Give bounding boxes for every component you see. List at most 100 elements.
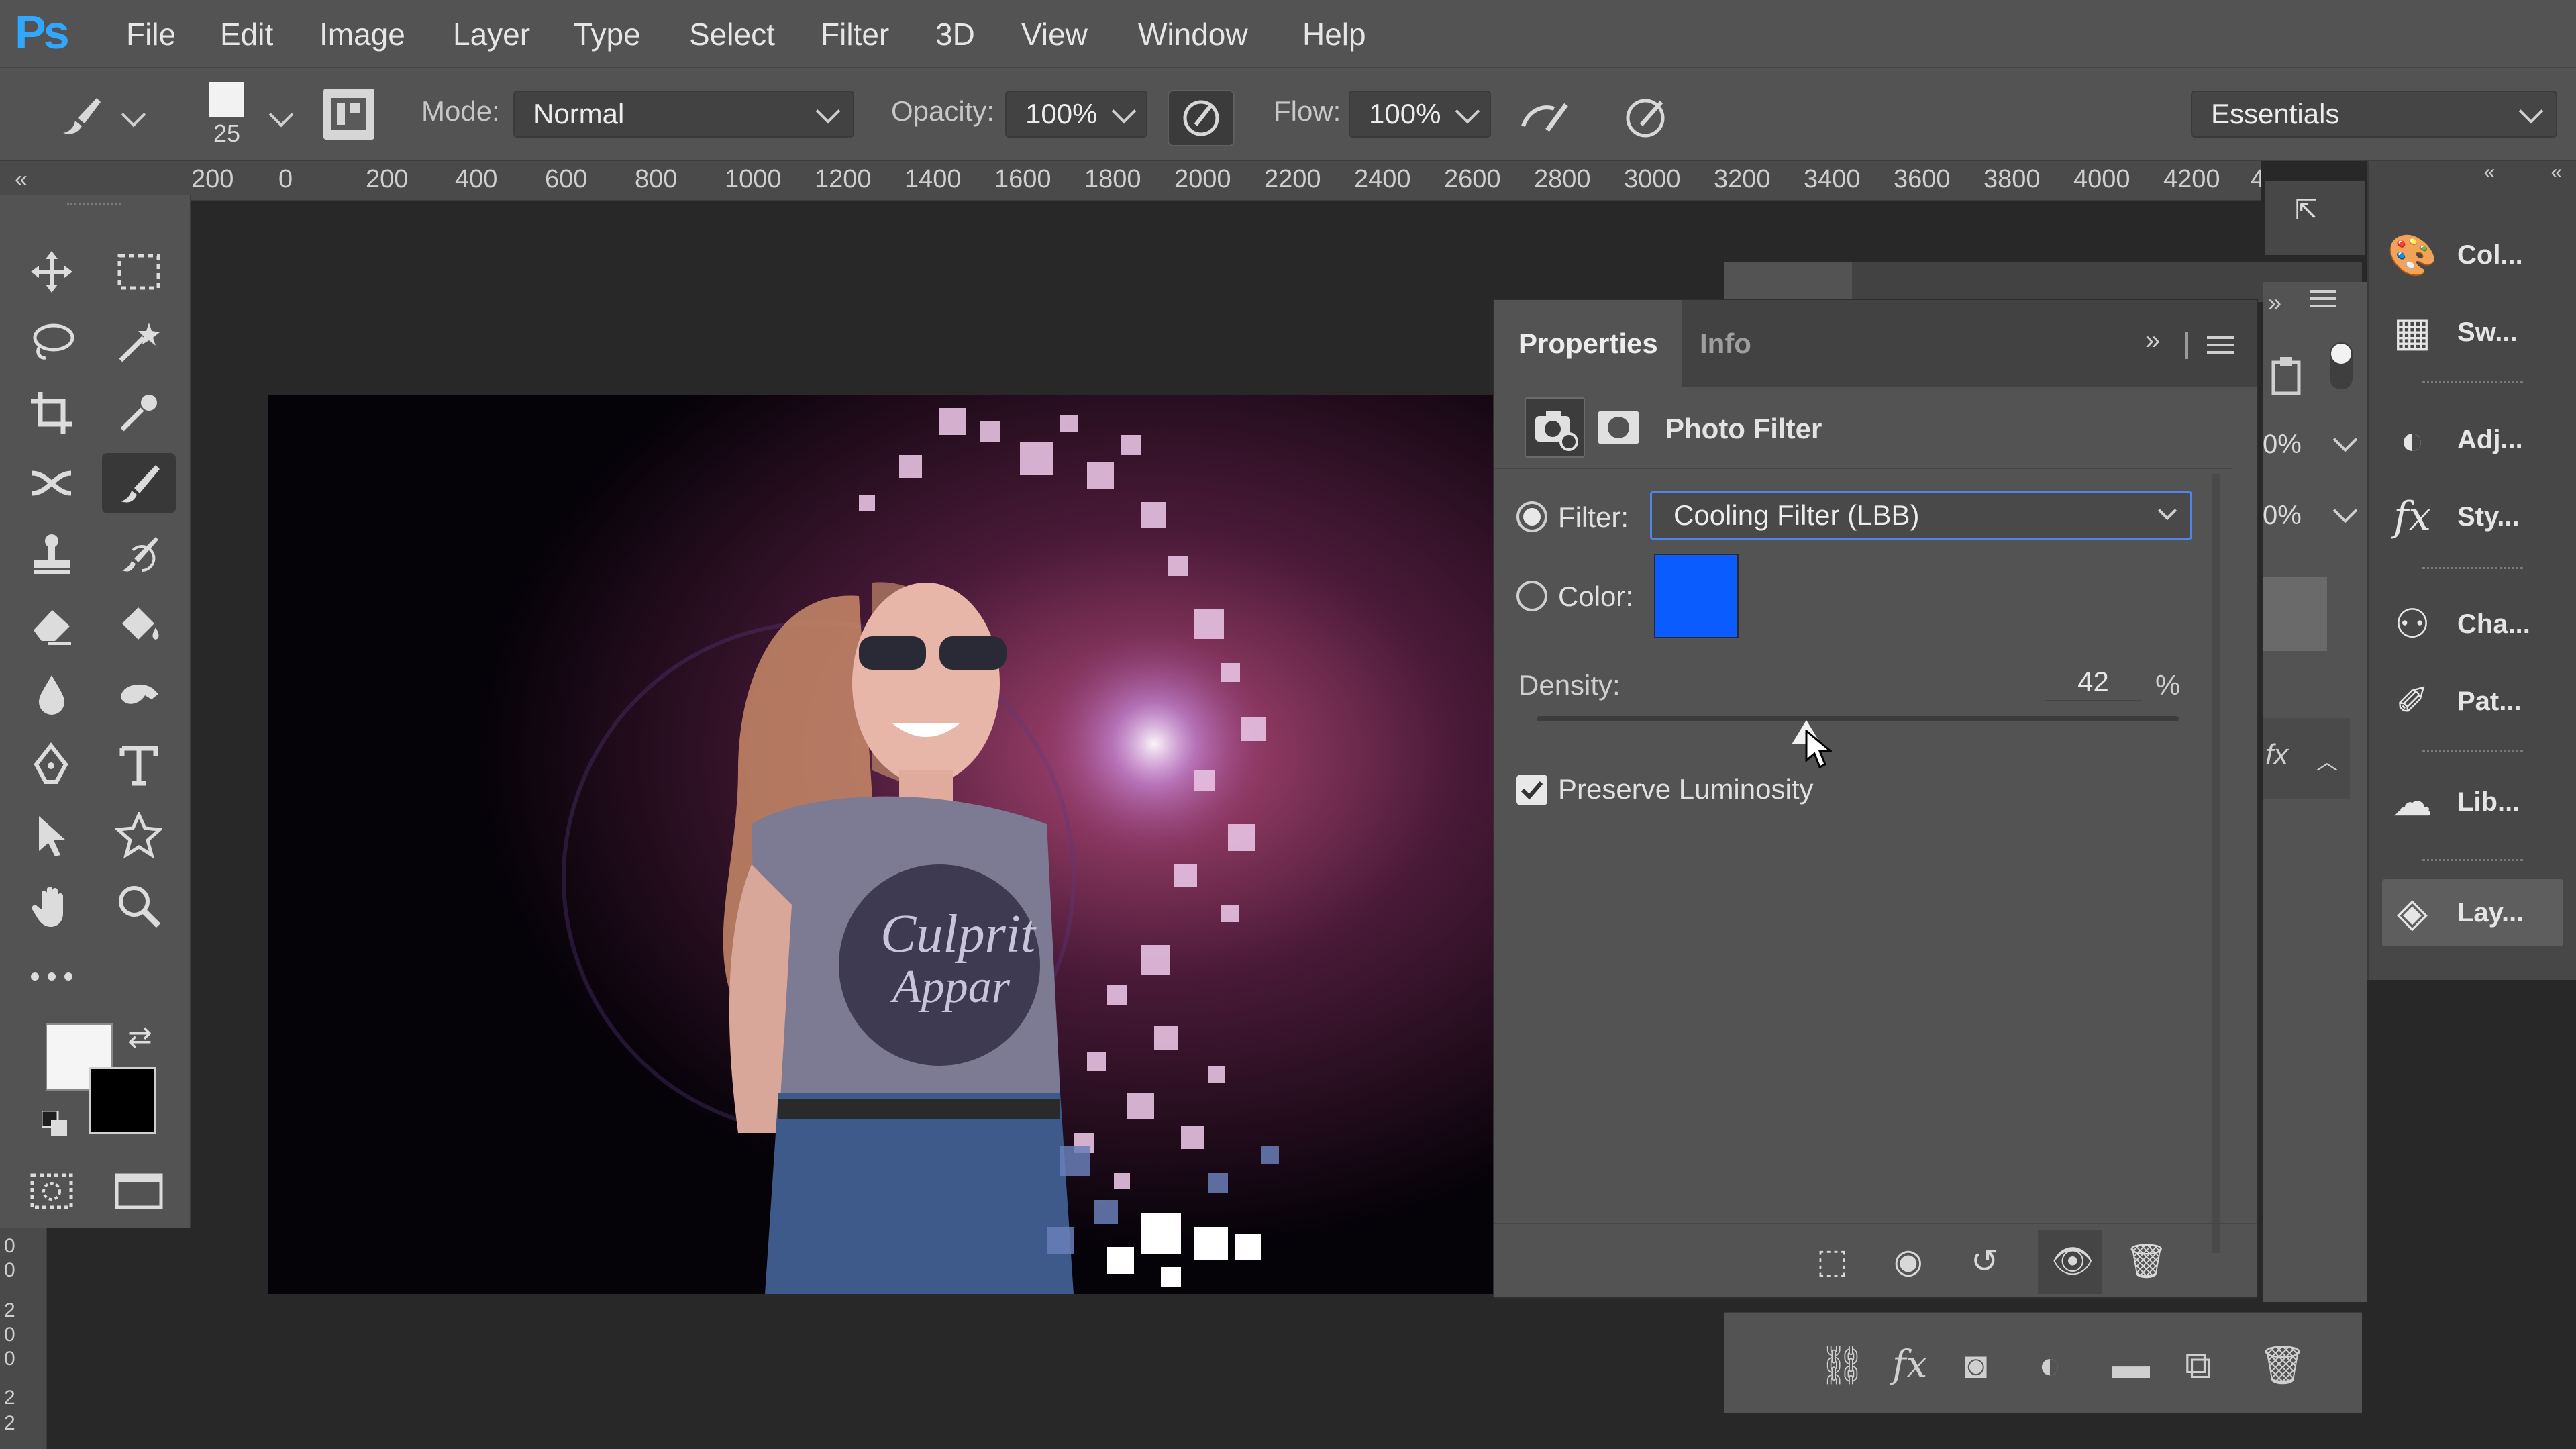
menu-edit[interactable]: Edit bbox=[220, 16, 273, 52]
magic-wand-icon[interactable] bbox=[102, 312, 176, 372]
move-tool-icon[interactable] bbox=[15, 242, 89, 302]
menu-3d[interactable]: 3D bbox=[935, 16, 975, 52]
more-tools-icon[interactable] bbox=[15, 946, 89, 1007]
mode-select[interactable]: Normal bbox=[513, 91, 854, 138]
chevron-down-icon[interactable] bbox=[1111, 99, 1137, 124]
collapse-dock-icon[interactable]: « bbox=[2469, 161, 2510, 188]
dock-grip[interactable] bbox=[2422, 859, 2523, 862]
panel-menu-icon[interactable] bbox=[2310, 289, 2350, 315]
horizontal-ruler[interactable]: 200 0 200 400 600 800 1000 1200 1400 160… bbox=[47, 161, 2261, 201]
density-slider-track[interactable] bbox=[1537, 716, 2179, 721]
adjustment-layer-icon[interactable]: ◐ bbox=[2039, 1343, 2061, 1387]
link-layers-icon[interactable]: ⛓ bbox=[1818, 1343, 1866, 1387]
menu-image[interactable]: Image bbox=[319, 16, 405, 52]
type-tool-icon[interactable] bbox=[102, 735, 176, 795]
chevron-down-icon[interactable] bbox=[268, 102, 294, 128]
chevron-down-icon[interactable] bbox=[121, 102, 146, 128]
adjustment-camera-icon[interactable] bbox=[1525, 397, 1585, 458]
dock-adjustments[interactable]: ◐ Adj... bbox=[2382, 406, 2563, 473]
dock-swatches[interactable]: ▦ Sw... bbox=[2382, 299, 2563, 366]
brush-preset-icon[interactable] bbox=[54, 89, 107, 142]
screen-mode-icon[interactable] bbox=[102, 1161, 176, 1221]
view-previous-state-icon[interactable]: ◉ bbox=[1894, 1242, 1923, 1281]
brush-tool-icon[interactable] bbox=[102, 453, 176, 513]
layer-opacity-value[interactable]: 0% bbox=[2263, 430, 2302, 460]
path-selection-icon[interactable] bbox=[15, 805, 89, 866]
reset-icon[interactable]: ↺ bbox=[1971, 1242, 1999, 1281]
clip-to-layer-icon[interactable]: ⬚ bbox=[1816, 1242, 1848, 1281]
dock-grip[interactable] bbox=[2422, 750, 2523, 753]
filter-select[interactable]: Cooling Filter (LBB) bbox=[1650, 491, 2192, 540]
chevron-down-icon[interactable] bbox=[2332, 498, 2358, 523]
pressure-size-icon[interactable] bbox=[1617, 90, 1678, 144]
dock-grip[interactable] bbox=[2422, 381, 2523, 384]
layer-thumbnail[interactable] bbox=[2263, 577, 2327, 651]
arrange-icon[interactable]: ⇱ bbox=[2295, 195, 2335, 235]
trash-icon[interactable]: 🗑 bbox=[2125, 1242, 2167, 1281]
smudge-tool-icon[interactable] bbox=[102, 664, 176, 725]
pen-tool-icon[interactable] bbox=[15, 735, 89, 795]
brush-tip-preview[interactable] bbox=[209, 82, 244, 117]
airbrush-icon[interactable] bbox=[1514, 90, 1574, 144]
pressure-opacity-icon[interactable] bbox=[1168, 90, 1235, 146]
dock-styles[interactable]: fx Sty... bbox=[2382, 483, 2563, 550]
document-canvas[interactable]: Culprit Appar bbox=[268, 395, 1496, 1294]
lasso-tool-icon[interactable] bbox=[15, 312, 89, 372]
opacity-field[interactable]: 100% bbox=[1005, 91, 1147, 138]
crop-tool-icon[interactable] bbox=[15, 383, 89, 443]
layer-scroll-handle[interactable] bbox=[2330, 342, 2353, 389]
new-layer-icon[interactable]: ⧉ bbox=[2185, 1343, 2212, 1388]
healing-brush-icon[interactable] bbox=[15, 453, 89, 513]
dock-grip[interactable] bbox=[2422, 567, 2523, 570]
marquee-tool-icon[interactable] bbox=[102, 242, 176, 302]
swap-colors-icon[interactable]: ⇄ bbox=[127, 1020, 152, 1054]
dock-libraries[interactable]: ☁ Lib... bbox=[2382, 768, 2563, 836]
eyedropper-icon[interactable] bbox=[102, 383, 176, 443]
tab-properties[interactable]: Properties bbox=[1494, 300, 1682, 387]
menu-view[interactable]: View bbox=[1021, 16, 1088, 52]
dock-channels[interactable]: ⚇ Cha... bbox=[2382, 591, 2563, 658]
layer-fill-value[interactable]: 0% bbox=[2263, 501, 2302, 531]
default-colors-icon[interactable] bbox=[40, 1109, 67, 1136]
clone-stamp-icon[interactable] bbox=[15, 523, 89, 584]
visibility-toggle[interactable]: 👁 bbox=[2038, 1230, 2102, 1294]
menu-filter[interactable]: Filter bbox=[821, 16, 889, 52]
zoom-tool-icon[interactable] bbox=[102, 876, 176, 936]
add-mask-icon[interactable]: ◙ bbox=[1965, 1343, 1988, 1387]
quick-mask-icon[interactable] bbox=[15, 1161, 89, 1221]
properties-scrollbar[interactable] bbox=[2212, 474, 2220, 1253]
workspace-select[interactable]: Essentials bbox=[2191, 91, 2557, 138]
delete-layer-icon[interactable]: 🗑 bbox=[2259, 1343, 2306, 1387]
custom-shape-icon[interactable] bbox=[102, 805, 176, 866]
chevron-down-icon[interactable] bbox=[1455, 99, 1480, 124]
menu-type[interactable]: Type bbox=[574, 16, 641, 52]
blur-tool-icon[interactable] bbox=[15, 664, 89, 725]
panel-menu-icon[interactable] bbox=[2207, 335, 2234, 355]
toolbox-grip[interactable] bbox=[67, 203, 121, 208]
dock-layers[interactable]: ◈ Lay... bbox=[2382, 879, 2563, 946]
tab-info[interactable]: Info bbox=[1676, 300, 1775, 387]
density-input[interactable]: 42 bbox=[2045, 662, 2142, 701]
paint-bucket-icon[interactable] bbox=[102, 594, 176, 654]
menu-window[interactable]: Window bbox=[1138, 16, 1248, 52]
chevron-down-icon[interactable] bbox=[2332, 427, 2358, 452]
layers-tab[interactable] bbox=[1724, 262, 1852, 302]
collapse-dock-icon[interactable]: « bbox=[2536, 161, 2576, 188]
brush-settings-icon[interactable] bbox=[323, 89, 374, 140]
color-radio[interactable] bbox=[1516, 581, 1547, 611]
menu-help[interactable]: Help bbox=[1302, 16, 1366, 52]
menu-file[interactable]: File bbox=[126, 16, 176, 52]
vertical-ruler[interactable]: 0 0 2 0 0 2 2 bbox=[0, 1221, 47, 1449]
layer-mask-icon[interactable] bbox=[1595, 404, 1642, 451]
layer-fx-label[interactable]: fx bbox=[2265, 738, 2288, 772]
collapse-panel-icon[interactable]: » bbox=[2145, 326, 2160, 356]
group-folder-icon[interactable]: ▬ bbox=[2112, 1343, 2150, 1387]
fx-icon[interactable]: fx bbox=[1892, 1343, 1927, 1387]
menu-select[interactable]: Select bbox=[689, 16, 775, 52]
chevron-up-icon[interactable]: ︿ bbox=[2316, 745, 2338, 776]
menu-layer[interactable]: Layer bbox=[453, 16, 530, 52]
dock-color[interactable]: 🎨 Col... bbox=[2382, 221, 2563, 289]
background-color-swatch[interactable] bbox=[89, 1067, 156, 1134]
lock-icon[interactable] bbox=[2269, 356, 2303, 396]
filter-radio[interactable] bbox=[1516, 501, 1547, 532]
